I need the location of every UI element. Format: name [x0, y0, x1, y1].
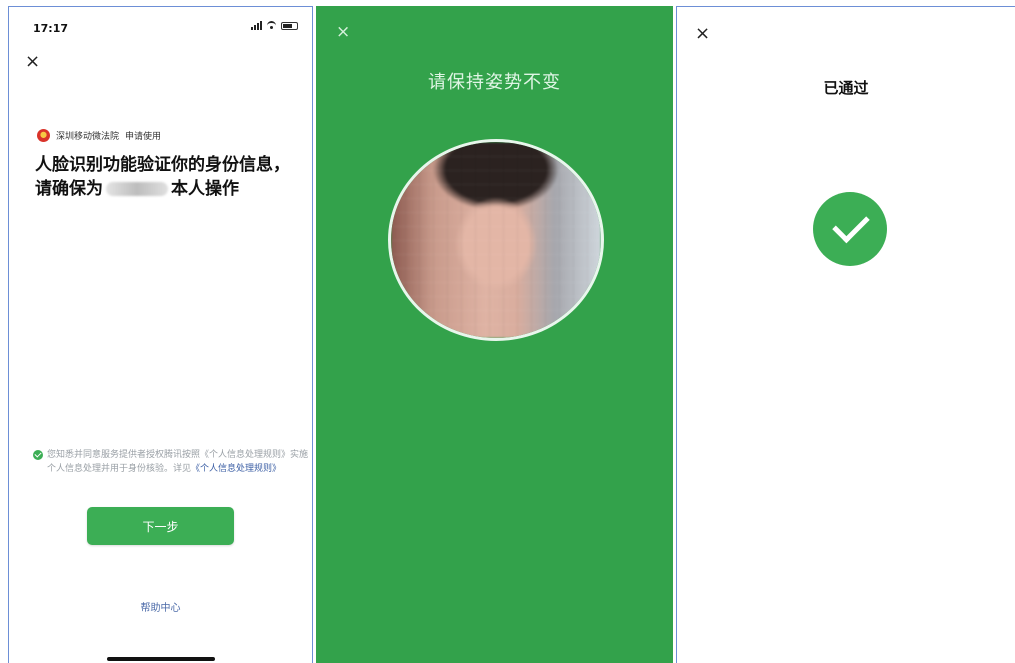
court-emblem-icon	[37, 129, 50, 142]
face-capture-circle	[388, 139, 604, 341]
page-title: 人脸识别功能验证你的身份信息，请确保为 本人操作	[35, 153, 303, 201]
next-button[interactable]: 下一步	[87, 507, 234, 545]
status-time: 17:17	[33, 22, 69, 35]
result-title: 已通过	[823, 79, 869, 97]
help-center-link[interactable]: 帮助中心	[9, 599, 312, 614]
close-icon[interactable]: ×	[695, 25, 710, 43]
home-indicator	[107, 657, 215, 661]
result-screen: × 已通过	[676, 6, 1015, 663]
requester-line: 深圳移动微法院 申请使用	[37, 129, 161, 142]
face-scan-screen: × 请保持姿势不变	[316, 6, 673, 663]
battery-icon	[281, 21, 298, 30]
consent-screen: 17:17 × 深圳移动微法院 申请使用 人脸识别功能验证你的身份信息，请确保为…	[8, 6, 313, 663]
requester-app-name: 深圳移动微法院	[56, 132, 120, 142]
consent-checkbox-icon[interactable]	[33, 450, 43, 460]
redacted-name	[106, 182, 168, 196]
headline-text-end: 本人操作	[171, 179, 239, 199]
requester-action: 申请使用	[125, 132, 162, 142]
consent-agreement[interactable]: 您知悉并同意服务提供者授权腾讯按照《个人信息处理规则》实施个人信息处理并用于身份…	[33, 448, 312, 476]
face-preview-image	[391, 142, 601, 338]
success-check-icon	[813, 192, 887, 266]
status-icons	[251, 21, 298, 30]
privacy-rules-link[interactable]: 《个人信息处理规则》	[191, 464, 281, 474]
scan-instruction: 请保持姿势不变	[428, 72, 561, 93]
signal-icon	[251, 21, 262, 30]
close-icon[interactable]: ×	[25, 53, 40, 71]
close-icon[interactable]: ×	[336, 24, 350, 41]
wifi-icon	[266, 21, 277, 30]
